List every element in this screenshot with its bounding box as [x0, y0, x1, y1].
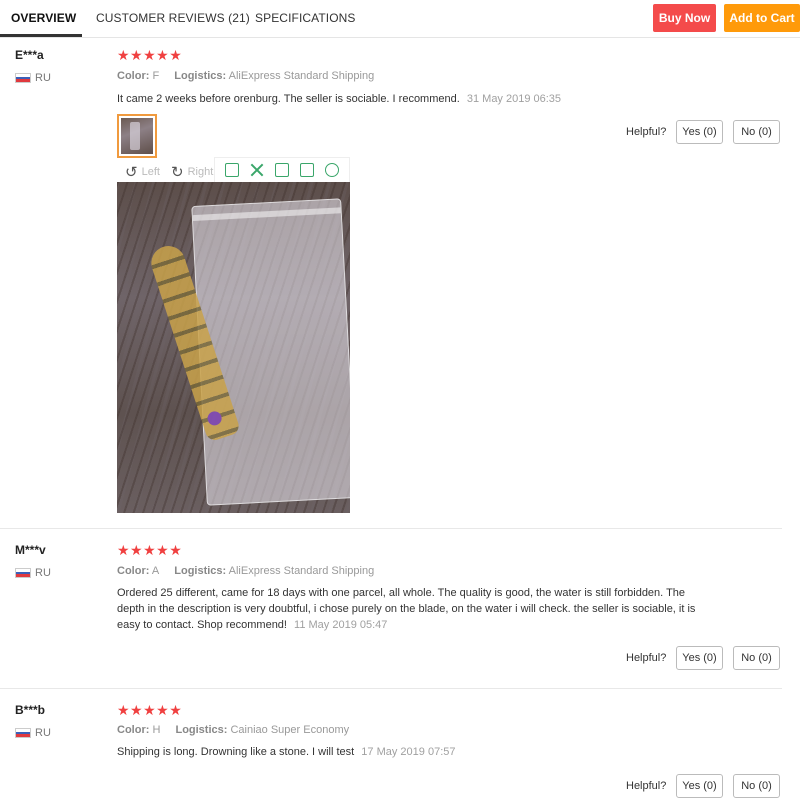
color-value: H [152, 724, 161, 736]
logistics-label: Logistics: [174, 70, 227, 82]
settings-icon[interactable] [325, 163, 340, 177]
russia-flag-icon [15, 728, 31, 738]
image-toolbar [214, 157, 350, 183]
review-meta: Color: H Logistics: Cainiao Super Econom… [117, 724, 349, 736]
color-value: A [151, 565, 160, 577]
star-rating: ★★★★★ [117, 47, 183, 63]
star-rating: ★★★★★ [117, 542, 183, 558]
tab-overview[interactable]: OVERVIEW [11, 11, 76, 25]
active-tab-indicator [0, 34, 82, 37]
color-label: Color: [117, 565, 150, 577]
review-meta: Color: F Logistics: AliExpress Standard … [117, 70, 374, 82]
rotate-left-icon: ↺ [125, 164, 138, 181]
review-divider [0, 528, 782, 529]
phone-icon[interactable] [224, 163, 239, 177]
tab-customer-reviews[interactable]: CUSTOMER REVIEWS (21) [96, 11, 250, 25]
helpful-no-button[interactable]: No (0) [733, 646, 780, 670]
logistics-label: Logistics: [174, 565, 227, 577]
review-text: It came 2 weeks before orenburg. The sel… [117, 93, 460, 105]
review-text: Shipping is long. Drowning like a stone.… [117, 746, 355, 758]
color-label: Color: [117, 724, 150, 736]
russia-flag-icon [15, 568, 31, 578]
reviewer-name: E***a [15, 48, 44, 62]
helpful-label: Helpful? [626, 126, 667, 138]
helpful-no-button[interactable]: No (0) [733, 774, 780, 798]
review-date: 11 May 2019 05:47 [294, 619, 388, 631]
rotate-left-label: Left [141, 166, 160, 178]
share-icon[interactable] [300, 163, 315, 177]
reviewer-country: RU [35, 727, 51, 739]
review-photo-thumbnail[interactable] [117, 114, 157, 158]
helpful-yes-button[interactable]: Yes (0) [676, 646, 723, 670]
logistics-value: Cainiao Super Economy [230, 724, 350, 736]
expand-icon[interactable] [250, 163, 264, 177]
save-icon[interactable] [274, 163, 289, 177]
rotate-left-button[interactable]: ↺ Left [125, 163, 160, 181]
helpful-yes-button[interactable]: Yes (0) [676, 120, 723, 144]
review-meta: Color: A Logistics: AliExpress Standard … [117, 565, 374, 577]
rotate-right-button[interactable]: ↻ Right [171, 163, 213, 181]
rotate-controls: ↺ Left ↻ Right [117, 160, 227, 182]
review-text-block: Ordered 25 different, came for 18 days w… [117, 585, 702, 633]
review-date: 31 May 2019 06:35 [466, 93, 562, 105]
color-label: Color: [117, 70, 150, 82]
review-text-block: It came 2 weeks before orenburg. The sel… [117, 91, 707, 107]
logistics-value: AliExpress Standard Shipping [228, 70, 375, 82]
helpful-label: Helpful? [626, 780, 667, 792]
buy-now-button[interactable]: Buy Now [653, 4, 716, 32]
review-text: Ordered 25 different, came for 18 days w… [117, 587, 696, 631]
tab-specifications[interactable]: SPECIFICATIONS [255, 11, 356, 25]
rotate-right-label: Right [187, 166, 214, 178]
russia-flag-icon [15, 73, 31, 83]
review-photo [117, 182, 350, 513]
reviewer-name: B***b [15, 703, 46, 717]
logistics-label: Logistics: [175, 724, 228, 736]
color-value: F [152, 70, 160, 82]
add-to-cart-button[interactable]: Add to Cart [724, 4, 800, 32]
product-tabs-bar: OVERVIEW CUSTOMER REVIEWS (21) SPECIFICA… [0, 0, 800, 38]
reviewer-name: M***v [15, 543, 46, 557]
reviewer-country: RU [35, 72, 51, 84]
review-text-block: Shipping is long. Drowning like a stone.… [117, 744, 707, 760]
helpful-no-button[interactable]: No (0) [733, 120, 780, 144]
reviewer-country: RU [35, 567, 51, 579]
star-rating: ★★★★★ [117, 702, 183, 718]
rotate-right-icon: ↻ [171, 164, 184, 181]
helpful-yes-button[interactable]: Yes (0) [676, 774, 723, 798]
review-date: 17 May 2019 07:57 [361, 746, 456, 758]
review-divider [0, 688, 782, 689]
helpful-label: Helpful? [626, 652, 667, 664]
logistics-value: AliExpress Standard Shipping [228, 565, 375, 577]
